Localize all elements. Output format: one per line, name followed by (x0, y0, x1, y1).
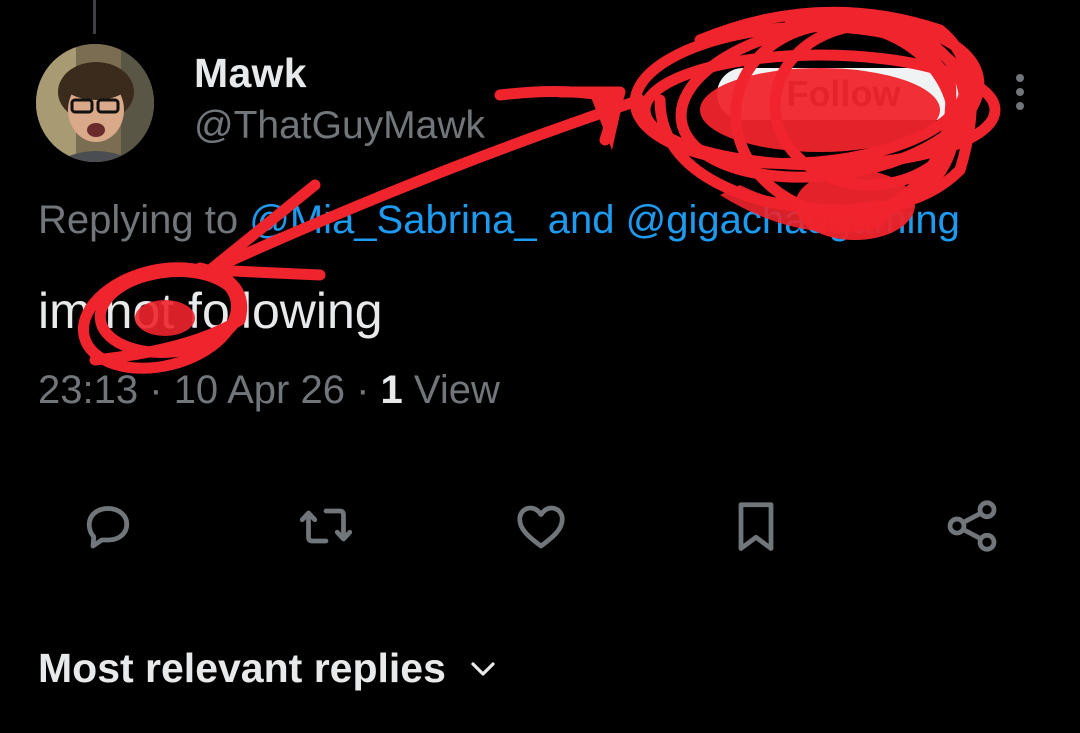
tweet-time[interactable]: 23:13 (38, 368, 138, 412)
meta-separator: · (149, 368, 163, 412)
mention-link-2[interactable]: @gigachadgaming (626, 198, 960, 242)
more-options-icon[interactable] (1005, 70, 1035, 114)
tweet-detail-view: Mawk @ThatGuyMawk Follow Replying to @Mi… (0, 0, 1080, 733)
views-count: 1 (380, 368, 403, 412)
user-display-name[interactable]: Mawk (194, 50, 307, 97)
bookmark-icon (738, 502, 774, 551)
tweet-meta: 23:13 · 10 Apr 26 · 1 View (38, 368, 500, 413)
tweet-text: im not following (38, 283, 383, 339)
chevron-down-icon (471, 661, 495, 676)
user-handle[interactable]: @ThatGuyMawk (194, 104, 485, 148)
tweet-date[interactable]: 10 Apr 26 (174, 368, 345, 412)
retweet-button[interactable] (296, 496, 356, 556)
share-icon (947, 500, 997, 552)
thread-connector-line (93, 0, 96, 34)
share-button[interactable] (942, 496, 1002, 556)
reply-button[interactable] (78, 496, 138, 556)
like-button[interactable] (511, 496, 571, 556)
replying-to-prefix: Replying to (38, 198, 239, 242)
replies-sort-label: Most relevant replies (38, 645, 446, 691)
avatar[interactable] (36, 44, 154, 162)
reply-icon (86, 506, 130, 549)
avatar-photo (36, 44, 154, 162)
heart-icon (517, 505, 565, 549)
mention-joiner: and (547, 198, 615, 242)
replies-sort-dropdown[interactable]: Most relevant replies (38, 645, 498, 692)
retweet-icon (299, 508, 353, 544)
follow-button[interactable]: Follow (717, 68, 970, 120)
bookmark-button[interactable] (726, 496, 786, 556)
replying-to-line: Replying to @Mia_Sabrina_ and @gigachadg… (38, 198, 960, 243)
meta-separator: · (356, 368, 370, 412)
views-label: View (413, 368, 500, 412)
mention-link-1[interactable]: @Mia_Sabrina_ (249, 198, 536, 242)
